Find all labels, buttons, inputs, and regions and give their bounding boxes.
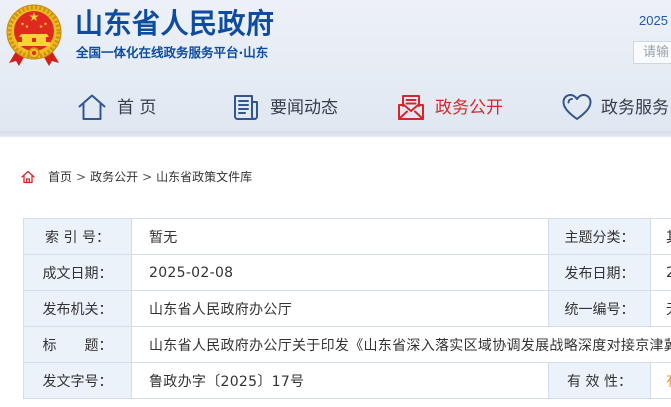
site-title: 山东省人民政府: [75, 7, 275, 40]
unified-number-value: 无: [650, 290, 671, 327]
open-government-icon: [396, 92, 426, 122]
document-number-value: 鲁政办字〔2025〕17号: [131, 362, 549, 399]
index-number-value: 暂无: [131, 218, 549, 255]
issuing-agency-label: 发布机关：: [23, 290, 132, 327]
table-row: 成文日期： 2025-02-08 发布日期： 2: [23, 254, 671, 291]
breadcrumb-home[interactable]: 首页: [48, 169, 72, 185]
topic-category-label: 主题分类：: [548, 218, 651, 255]
unified-number-label: 统一编号：: [548, 290, 651, 327]
document-number-label: 发文字号：: [23, 362, 132, 399]
written-date-value: 2025-02-08: [131, 254, 549, 291]
newspaper-icon: [231, 92, 261, 122]
table-row: 发布机关： 山东省人民政府办公厅 统一编号： 无: [23, 290, 671, 327]
table-row: 发文字号： 鲁政办字〔2025〕17号 有 效 性： 有: [23, 362, 671, 399]
document-info-table: 索 引 号： 暂无 主题分类： 其 成文日期： 2025-02-08 发布日期：…: [23, 218, 671, 399]
nav-item-open-government[interactable]: 政务公开: [396, 90, 503, 126]
nav-label: 要闻动态: [270, 98, 338, 118]
breadcrumb-current: 山东省政策文件库: [156, 170, 253, 184]
publish-date-label: 发布日期：: [548, 254, 651, 291]
breadcrumb-separator: >: [76, 170, 87, 184]
national-emblem-logo[interactable]: [4, 3, 64, 67]
search-input[interactable]: [633, 41, 671, 64]
nav-item-government-services[interactable]: 政务服务: [561, 90, 669, 126]
index-number-label: 索 引 号：: [23, 218, 132, 255]
document-title-label: 标 题：: [23, 326, 132, 363]
publish-date-value: 2: [650, 254, 671, 291]
topic-category-value: 其: [650, 218, 671, 255]
nav-item-news[interactable]: 要闻动态: [231, 90, 338, 126]
document-title-value: 山东省人民政府办公厅关于印发《山东省深入落实区域协调发展战略深度对接京津冀: [131, 326, 671, 363]
heart-icon: [561, 92, 593, 122]
breadcrumb: 首页 > 政务公开 > 山东省政策文件库: [21, 169, 252, 185]
home-icon[interactable]: [21, 170, 35, 184]
nav-label: 政务公开: [435, 98, 503, 118]
table-row: 标 题： 山东省人民政府办公厅关于印发《山东省深入落实区域协调发展战略深度对接京…: [23, 326, 671, 363]
breadcrumb-open-government[interactable]: 政务公开: [90, 169, 138, 185]
issuing-agency-value: 山东省人民政府办公厅: [131, 290, 549, 327]
nav-item-home[interactable]: 首 页: [77, 90, 156, 126]
national-emblem-icon: [6, 4, 62, 66]
nav-label: 首 页: [117, 98, 157, 118]
breadcrumb-separator: >: [142, 170, 153, 184]
current-date: 2025: [639, 13, 668, 28]
table-row: 索 引 号： 暂无 主题分类： 其: [23, 218, 671, 255]
validity-label: 有 效 性：: [548, 362, 651, 399]
home-icon: [77, 92, 107, 122]
site-subtitle: 全国一体化在线政务服务平台·山东: [76, 45, 269, 60]
written-date-label: 成文日期：: [23, 254, 132, 291]
validity-value: 有: [650, 362, 671, 399]
site-header: 山东省人民政府 全国一体化在线政务服务平台·山东 2025 首 页 要闻动态 政…: [0, 0, 671, 131]
nav-label: 政务服务: [601, 98, 669, 118]
